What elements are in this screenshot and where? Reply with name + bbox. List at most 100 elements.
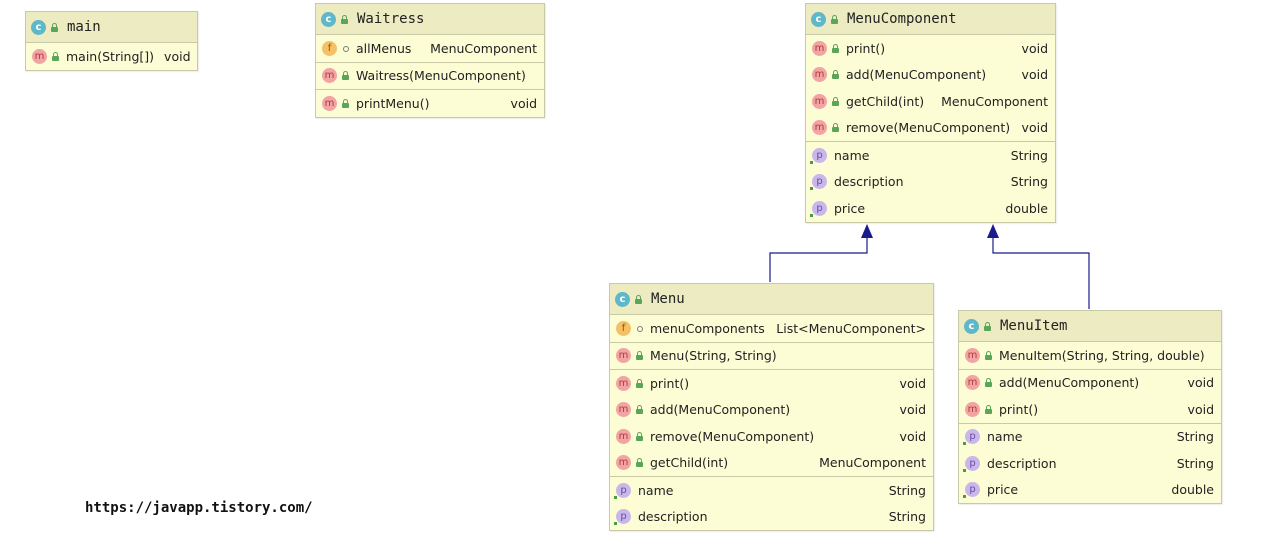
method-row[interactable]: m Menu(String, String) [610,343,933,370]
method-row[interactable]: m print() void [806,35,1055,62]
method-row[interactable]: m main(String[]) void [26,43,197,70]
property-icon: p [614,509,631,526]
property-icon: p [963,482,980,499]
member-name: price [987,482,1019,498]
member-type: void [899,402,926,418]
member-section: f allMenus MenuComponent [316,35,544,63]
member-name: main(String[]) [66,48,155,64]
member-name: add(MenuComponent) [999,375,1140,391]
method-row[interactable]: m print() void [610,370,933,397]
class-icon: c [964,318,979,334]
public-lock-icon [984,378,992,388]
method-icon: m [616,402,631,418]
method-row[interactable]: m add(MenuComponent) void [610,397,933,424]
property-row[interactable]: p name String [610,477,933,504]
method-icon: m [965,347,980,363]
member-type: void [899,428,926,444]
method-row[interactable]: m remove(MenuComponent) void [610,423,933,450]
property-row[interactable]: p description String [806,169,1055,196]
method-icon: m [812,67,827,83]
property-icon: p [810,147,827,164]
public-lock-icon [635,351,643,361]
class-menucomponent[interactable]: c MenuComponent m print() void m add(MenuCompo… [805,3,1056,223]
public-lock-icon [984,404,992,414]
class-menuitem[interactable]: c MenuItem m MenuItem(String, String, doubl… [958,310,1222,504]
class-main[interactable]: c main m main(String[]) void [25,11,198,71]
package-private-icon [635,324,643,333]
class-name: MenuComponent [847,11,957,27]
public-lock-icon [831,96,839,106]
class-header: c MenuComponent [806,4,1055,35]
edge-menu-to-menucomponent [769,234,868,282]
member-name: getChild(int) [650,455,729,471]
method-icon: m [616,455,631,471]
field-row[interactable]: f menuComponents List<MenuComponent> [610,315,933,342]
method-row[interactable]: m remove(MenuComponent) void [806,115,1055,142]
class-name: main [67,19,101,35]
class-name: Menu [651,291,685,307]
class-name: MenuItem [1000,318,1068,334]
member-section: f menuComponents List<MenuComponent> [610,315,933,343]
property-icon: p [963,455,980,472]
public-lock-icon [831,70,839,80]
member-section: m add(MenuComponent) void m print() void [959,370,1221,424]
member-name: print() [999,401,1039,417]
class-icon: c [31,19,46,35]
method-row[interactable]: m add(MenuComponent) void [959,370,1221,397]
member-name: Waitress(MenuComponent) [356,68,526,84]
class-waitress[interactable]: c Waitress f allMenus MenuComponent m Waitress… [315,3,545,118]
member-type: String [1176,455,1214,471]
property-icon: p [810,174,827,191]
member-section: p name String p description String p price doubl… [959,424,1221,504]
member-name: printMenu() [356,95,430,111]
member-section: p name String p description String p price doubl… [806,142,1055,222]
class-icon: c [811,11,826,27]
property-row[interactable]: p price double [959,477,1221,504]
member-section: m Waitress(MenuComponent) [316,63,544,90]
member-section: m print() void m add(MenuComponent) void m remo… [610,370,933,477]
method-icon: m [616,428,631,444]
member-type: String [888,482,926,498]
member-type: MenuComponent [430,40,537,56]
method-row[interactable]: m MenuItem(String, String, double) [959,342,1221,369]
property-row[interactable]: p price double [806,195,1055,222]
property-row[interactable]: p description String [610,504,933,531]
method-row[interactable]: m Waitress(MenuComponent) [316,63,544,90]
member-type: String [888,509,926,525]
method-icon: m [322,68,337,84]
member-type: void [1187,401,1214,417]
method-row[interactable]: m getChild(int) MenuComponent [610,450,933,477]
method-icon: m [965,375,980,391]
method-icon: m [616,375,631,391]
method-row[interactable]: m printMenu() void [316,90,544,117]
field-row[interactable]: f allMenus MenuComponent [316,35,544,62]
member-section: m print() void m add(MenuComponent) void m getC… [806,35,1055,142]
class-menu[interactable]: c Menu f menuComponents List<MenuComponent> m… [609,283,934,531]
method-row[interactable]: m add(MenuComponent) void [806,62,1055,89]
method-row[interactable]: m print() void [959,396,1221,423]
method-row[interactable]: m getChild(int) MenuComponent [806,88,1055,115]
member-section: m printMenu() void [316,90,544,117]
property-row[interactable]: p name String [806,142,1055,169]
member-name: print() [846,40,886,56]
property-icon: p [614,482,631,499]
member-name: MenuItem(String, String, double) [999,347,1205,363]
public-lock-icon [635,378,643,388]
member-name: price [834,200,866,216]
member-type: void [1021,67,1048,83]
member-name: allMenus [356,40,412,56]
property-row[interactable]: p description String [959,450,1221,477]
member-section: m Menu(String, String) [610,343,933,370]
member-type: void [1187,375,1214,391]
public-lock-icon [831,43,839,53]
member-name: description [834,174,904,190]
class-header: c MenuItem [959,311,1221,342]
member-name: add(MenuComponent) [846,67,987,83]
member-type: void [164,48,191,64]
public-lock-icon [341,71,349,81]
class-icon: c [321,11,336,27]
method-icon: m [965,401,980,417]
member-type: String [1176,429,1214,445]
member-type: String [1010,147,1048,163]
property-row[interactable]: p name String [959,424,1221,451]
